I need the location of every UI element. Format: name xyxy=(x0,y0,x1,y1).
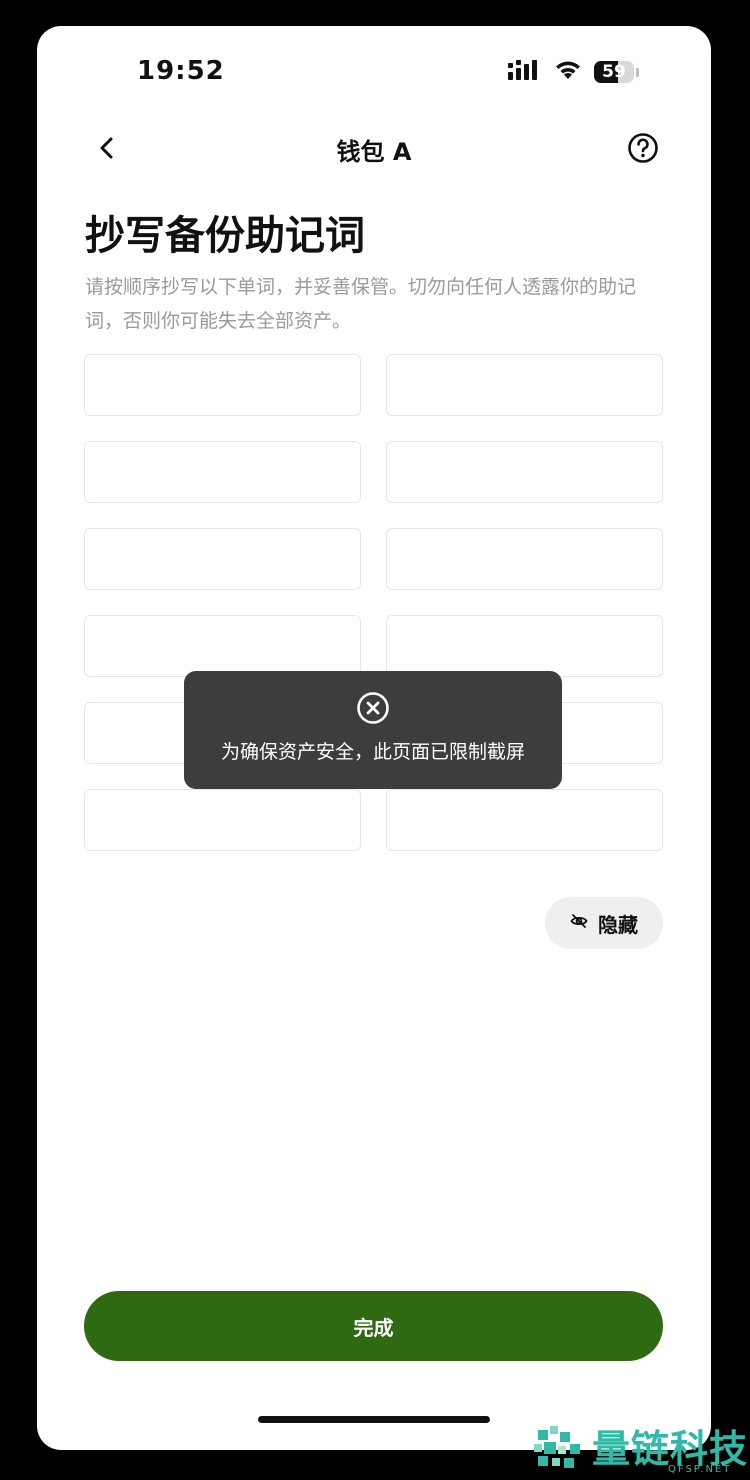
question-circle-icon xyxy=(627,132,659,168)
mnemonic-word-cell xyxy=(386,789,663,851)
toast-message: 为确保资产安全，此页面已限制截屏 xyxy=(220,741,525,763)
mnemonic-word-cell xyxy=(84,354,361,416)
mnemonic-word-cell xyxy=(386,354,663,416)
close-circle-icon xyxy=(356,691,390,725)
mnemonic-word-cell xyxy=(386,441,663,503)
battery-nub xyxy=(636,67,639,77)
battery-percent: 59 xyxy=(602,62,626,82)
page-description: 请按顺序抄写以下单词，并妥善保管。切勿向任何人透露你的助记词，否则你可能失去全部… xyxy=(85,276,637,332)
watermark: 量链科技 QFSP.NET xyxy=(530,1418,750,1480)
mnemonic-word-cell xyxy=(84,789,361,851)
watermark-url: QFSP.NET xyxy=(668,1464,732,1475)
watermark-logo-icon xyxy=(530,1422,584,1476)
mnemonic-word-cell xyxy=(386,528,663,590)
cellular-signal-icon xyxy=(508,59,542,85)
wifi-icon xyxy=(554,59,582,85)
nav-bar: 钱包 A xyxy=(37,124,711,176)
done-button[interactable]: 完成 xyxy=(84,1291,663,1361)
eye-off-icon xyxy=(570,912,588,934)
status-bar: 19:52 59 xyxy=(37,26,711,116)
hide-words-button[interactable]: 隐藏 xyxy=(545,897,663,949)
mnemonic-word-cell xyxy=(84,441,361,503)
mnemonic-word-cell xyxy=(84,528,361,590)
mnemonic-word-cell xyxy=(84,615,361,677)
status-time: 19:52 xyxy=(137,56,225,86)
help-button[interactable] xyxy=(623,130,663,170)
nav-title: 钱包 A xyxy=(336,138,412,166)
page-title: 抄写备份助记词 xyxy=(85,213,365,259)
battery-icon: 59 xyxy=(594,61,634,83)
phone-screen: 19:52 59 钱包 A 抄写备份助记词 请按顺序抄写以下单词，并妥善保管。切… xyxy=(37,26,711,1450)
home-indicator xyxy=(258,1416,490,1423)
screenshot-restricted-toast: 为确保资产安全，此页面已限制截屏 xyxy=(184,671,562,789)
mnemonic-word-cell xyxy=(386,615,663,677)
hide-button-label: 隐藏 xyxy=(598,912,638,937)
status-icons: 59 xyxy=(508,60,639,84)
